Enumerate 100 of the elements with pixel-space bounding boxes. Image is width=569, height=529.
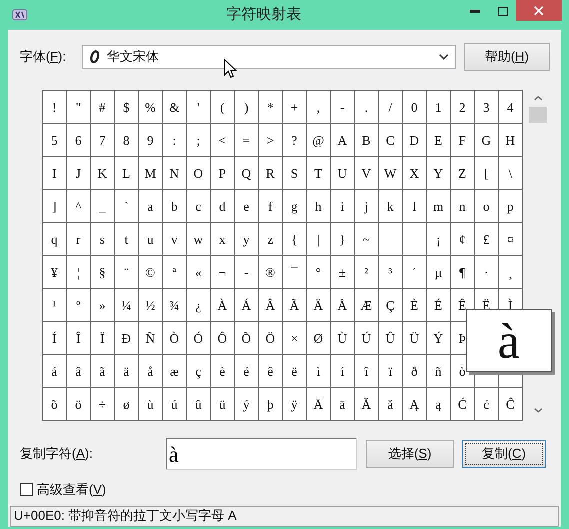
character-cell[interactable]: Ã (283, 289, 307, 322)
character-cell[interactable]: ö (67, 388, 91, 421)
character-cell[interactable]: Ø (307, 322, 331, 355)
character-cell[interactable]: o (475, 190, 499, 223)
character-cell[interactable]: Â (259, 289, 283, 322)
character-cell[interactable]: · (475, 256, 499, 289)
character-cell[interactable]: - (235, 256, 259, 289)
character-cell[interactable]: Ā (307, 388, 331, 421)
character-cell[interactable]: ³ (379, 256, 403, 289)
character-cell[interactable]: V (355, 157, 379, 190)
character-cell[interactable]: ¼ (115, 289, 139, 322)
character-cell[interactable]: s (91, 223, 115, 256)
character-cell[interactable]: » (91, 289, 115, 322)
character-cell[interactable]: D (403, 124, 427, 157)
character-cell[interactable]: Í (43, 322, 67, 355)
character-cell[interactable]: Ý (427, 322, 451, 355)
character-cell[interactable]: 4 (499, 91, 523, 124)
character-cell[interactable]: # (91, 91, 115, 124)
character-cell[interactable]: © (139, 256, 163, 289)
character-cell[interactable]: ā (331, 388, 355, 421)
character-cell[interactable]: q (43, 223, 67, 256)
character-cell[interactable]: Ò (163, 322, 187, 355)
character-cell[interactable]: ð (403, 355, 427, 388)
character-cell[interactable]: 1 (427, 91, 451, 124)
character-cell[interactable]: C (379, 124, 403, 157)
character-cell[interactable]: O (187, 157, 211, 190)
character-cell[interactable]: t (115, 223, 139, 256)
character-cell[interactable]: v (163, 223, 187, 256)
character-cell[interactable]: ¹ (43, 289, 67, 322)
character-cell[interactable]: H (499, 124, 523, 157)
character-cell[interactable]: k (379, 190, 403, 223)
character-cell[interactable]: î (355, 355, 379, 388)
character-cell[interactable]: ¬ (211, 256, 235, 289)
character-cell[interactable]: Y (427, 157, 451, 190)
character-cell[interactable]: K (91, 157, 115, 190)
character-cell[interactable]: É (427, 289, 451, 322)
character-cell[interactable]: ¢ (451, 223, 475, 256)
character-cell[interactable]: 3 (475, 91, 499, 124)
character-cell[interactable]: @ (307, 124, 331, 157)
character-cell[interactable]: " (67, 91, 91, 124)
character-cell[interactable]: \ (499, 157, 523, 190)
character-cell[interactable]: À (211, 289, 235, 322)
character-cell[interactable]: = (235, 124, 259, 157)
character-cell[interactable]: 8 (115, 124, 139, 157)
character-cell[interactable]: z (259, 223, 283, 256)
character-cell[interactable]: ] (43, 190, 67, 223)
character-cell[interactable]: õ (43, 388, 67, 421)
character-cell[interactable]: × (283, 322, 307, 355)
character-cell[interactable]: ± (331, 256, 355, 289)
character-cell[interactable]: è (211, 355, 235, 388)
character-cell[interactable]: . (355, 91, 379, 124)
character-cell[interactable]: Ă (355, 388, 379, 421)
character-cell[interactable]: c (187, 190, 211, 223)
character-cell[interactable]: Q (235, 157, 259, 190)
character-cell[interactable]: Ð (115, 322, 139, 355)
character-cell[interactable]: N (163, 157, 187, 190)
character-cell[interactable]: ) (235, 91, 259, 124)
character-cell[interactable]: æ (163, 355, 187, 388)
character-cell[interactable]: e (235, 190, 259, 223)
character-cell[interactable]: ü (211, 388, 235, 421)
character-cell[interactable]: ć (475, 388, 499, 421)
character-cell[interactable]: ¦ (67, 256, 91, 289)
character-cell[interactable]: ÿ (283, 388, 307, 421)
character-cell[interactable]: Ć (451, 388, 475, 421)
character-cell[interactable]: û (187, 388, 211, 421)
character-cell[interactable]: / (379, 91, 403, 124)
character-cell[interactable]: b (163, 190, 187, 223)
empty-cell[interactable] (403, 223, 427, 256)
character-cell[interactable]: x (211, 223, 235, 256)
character-cell[interactable]: { (283, 223, 307, 256)
character-cell[interactable]: } (331, 223, 355, 256)
character-cell[interactable]: ú (163, 388, 187, 421)
character-cell[interactable]: m (427, 190, 451, 223)
character-cell[interactable]: n (451, 190, 475, 223)
character-cell[interactable]: µ (427, 256, 451, 289)
character-cell[interactable]: Ô (211, 322, 235, 355)
character-cell[interactable]: ù (139, 388, 163, 421)
copy-field[interactable]: à (166, 438, 357, 470)
character-cell[interactable]: 0 (403, 91, 427, 124)
advanced-view-checkbox[interactable] (20, 483, 33, 496)
character-cell[interactable]: Å (331, 289, 355, 322)
character-cell[interactable]: Ą (403, 388, 427, 421)
character-cell[interactable]: M (139, 157, 163, 190)
character-cell[interactable]: ¿ (187, 289, 211, 322)
character-cell[interactable]: $ (115, 91, 139, 124)
character-cell[interactable]: r (67, 223, 91, 256)
character-cell[interactable]: - (331, 91, 355, 124)
character-cell[interactable]: l (403, 190, 427, 223)
character-cell[interactable]: B (355, 124, 379, 157)
character-cell[interactable]: í (331, 355, 355, 388)
character-cell[interactable]: Ó (187, 322, 211, 355)
character-cell[interactable]: Õ (235, 322, 259, 355)
character-cell[interactable]: « (187, 256, 211, 289)
character-cell[interactable]: ą (427, 388, 451, 421)
character-cell[interactable]: Ñ (139, 322, 163, 355)
character-cell[interactable]: L (115, 157, 139, 190)
character-cell[interactable]: ø (115, 388, 139, 421)
character-cell[interactable]: ( (211, 91, 235, 124)
character-cell[interactable]: ñ (427, 355, 451, 388)
character-cell[interactable]: Ç (379, 289, 403, 322)
